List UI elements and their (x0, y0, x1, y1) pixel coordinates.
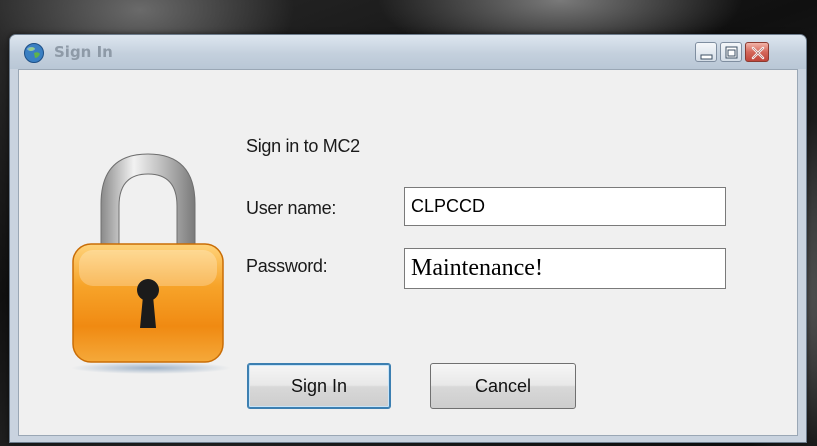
username-input[interactable] (404, 187, 726, 226)
title-bar[interactable]: Sign In (10, 35, 806, 69)
globe-icon (23, 42, 45, 64)
sign-in-heading: Sign in to MC2 (246, 136, 360, 156)
sign-in-window: Sign In Sign in to MC2 User name: CLPCCD… (9, 34, 807, 443)
maximize-icon (725, 46, 738, 59)
close-button[interactable] (745, 42, 769, 62)
padlock-icon (63, 146, 233, 381)
minimize-button[interactable] (695, 42, 717, 62)
dialog-content: Sign in to MC2 User name: Password: Sign… (18, 69, 798, 436)
window-title: Sign In (54, 43, 113, 61)
cancel-button[interactable]: Cancel (430, 363, 576, 409)
password-label: Password: (246, 256, 328, 276)
sign-in-button[interactable]: Sign In (247, 363, 391, 409)
password-input[interactable] (404, 248, 726, 289)
close-icon (751, 46, 765, 60)
minimize-icon (700, 54, 713, 60)
maximize-button[interactable] (720, 42, 742, 62)
username-label: User name: (246, 198, 337, 218)
